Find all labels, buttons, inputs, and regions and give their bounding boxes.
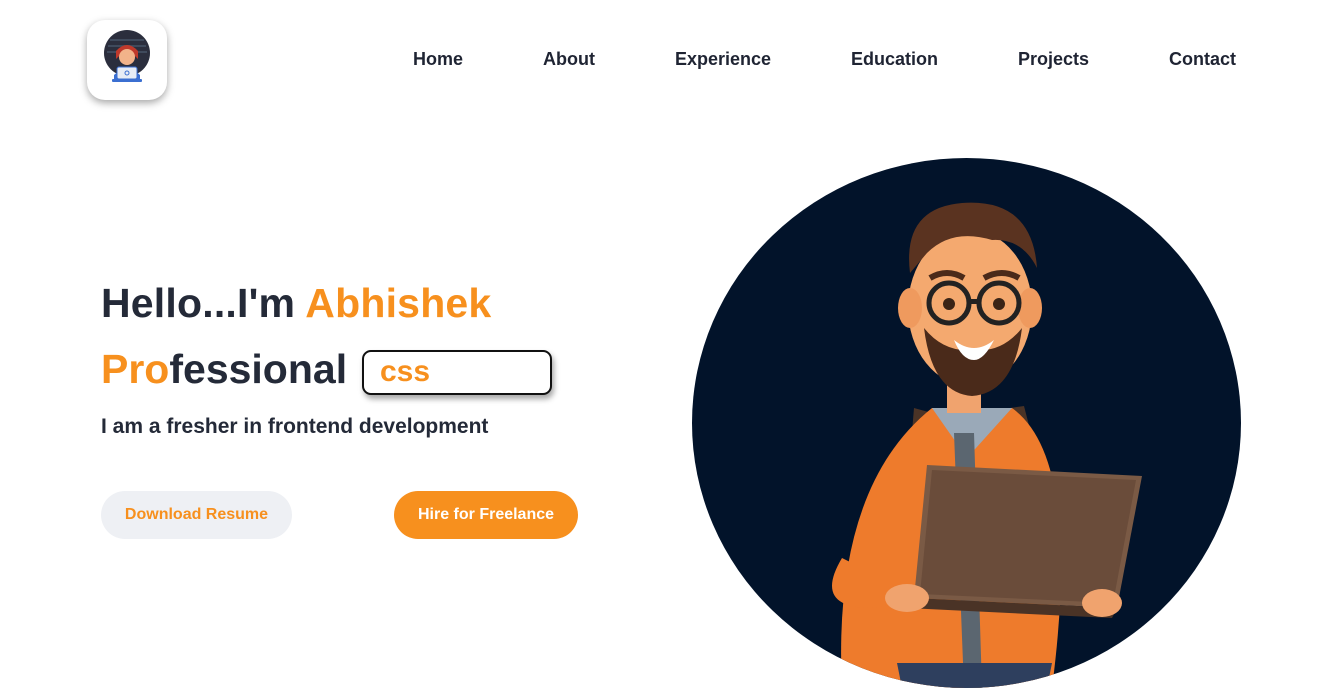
nav-projects[interactable]: Projects bbox=[1018, 49, 1089, 70]
hero-heading: Hello...I'm Abhishek bbox=[101, 280, 491, 327]
main-nav: Home About Experience Education Projects… bbox=[0, 49, 1337, 71]
hero-greeting: Hello...I'm bbox=[101, 280, 296, 326]
nav-home[interactable]: Home bbox=[413, 49, 463, 70]
hero-subtitle: I am a fresher in frontend development bbox=[101, 415, 489, 438]
download-resume-button[interactable]: Download Resume bbox=[101, 491, 292, 539]
nav-education[interactable]: Education bbox=[851, 49, 938, 70]
typed-skill-text: css bbox=[380, 355, 431, 388]
nav-experience[interactable]: Experience bbox=[675, 49, 771, 70]
nav-contact[interactable]: Contact bbox=[1169, 49, 1236, 70]
hero-illustration bbox=[692, 158, 1241, 688]
hero-role-rest: fessional bbox=[169, 346, 348, 392]
hero-name: Abhishek bbox=[305, 280, 492, 326]
nav-about[interactable]: About bbox=[543, 49, 595, 70]
hero-role-accent: Pro bbox=[101, 346, 170, 392]
hero-role: Professional bbox=[101, 346, 347, 393]
typed-skill-box: css bbox=[362, 350, 552, 395]
developer-with-laptop-illustration bbox=[832, 202, 1142, 688]
hire-freelance-button[interactable]: Hire for Freelance bbox=[394, 491, 578, 539]
